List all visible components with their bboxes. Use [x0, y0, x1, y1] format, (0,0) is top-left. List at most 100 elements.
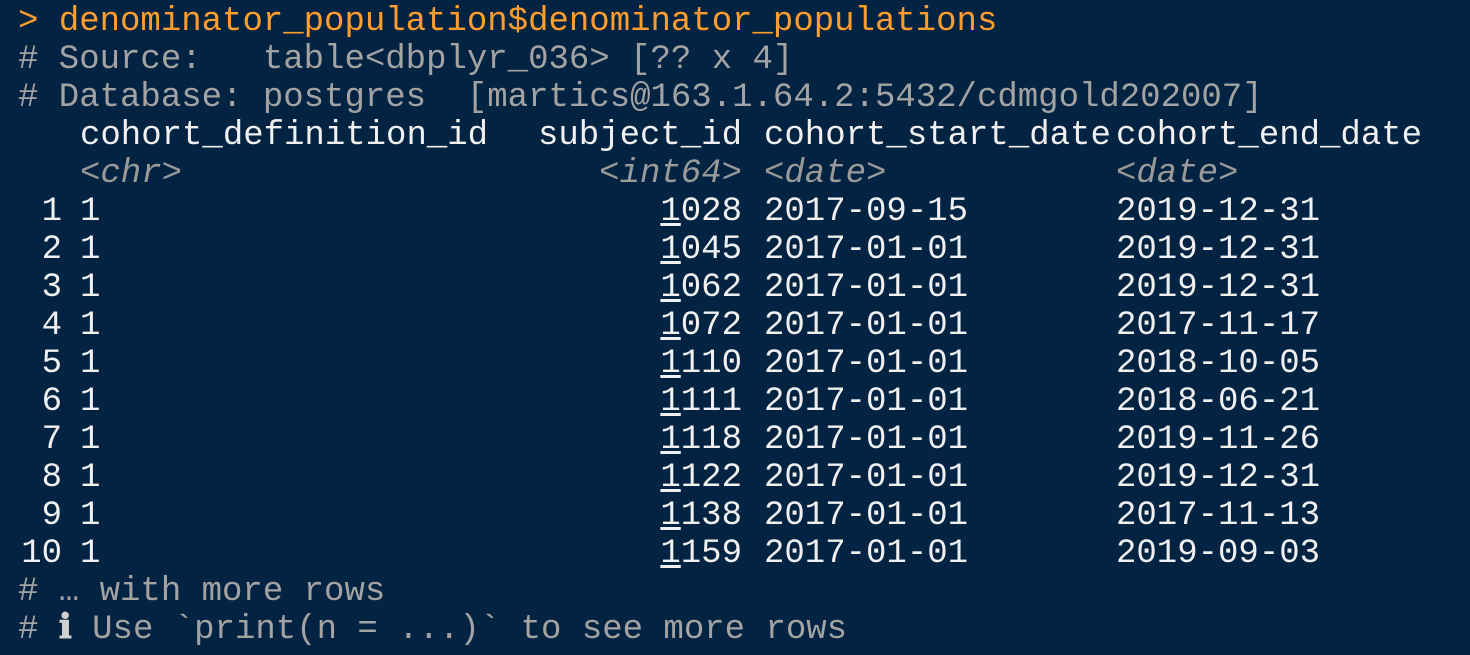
- row-number: 1: [41, 193, 62, 231]
- subject-id-thousands-digit: 1: [660, 421, 681, 459]
- table-row: 1 1 1028 2017-09-15 2019-12-31: [18, 193, 1470, 231]
- subject-id-rest: 028: [680, 193, 742, 231]
- subject-id-rest: 062: [680, 269, 742, 307]
- row-number: 6: [41, 383, 62, 421]
- info-icon: ℹ: [58, 611, 72, 649]
- column-type: <date>: [764, 155, 887, 193]
- cell-cohort-end-date: 2018-10-05: [1116, 345, 1321, 383]
- subject-id-thousands-digit: 1: [660, 193, 681, 231]
- cell-cohort-start-date: 2017-01-01: [764, 307, 969, 345]
- subject-id-thousands-digit: 1: [660, 307, 681, 345]
- column-header: cohort_start_date: [764, 117, 1111, 155]
- column-header: subject_id: [537, 117, 742, 155]
- cell-cohort-definition-id: 1: [80, 231, 101, 269]
- cell-cohort-end-date: 2019-12-31: [1116, 269, 1321, 307]
- cell-cohort-definition-id: 1: [80, 307, 101, 345]
- table-row: 8 1 1122 2017-01-01 2019-12-31: [18, 459, 1470, 497]
- column-header: cohort_end_date: [1116, 117, 1423, 155]
- subject-id-thousands-digit: 1: [660, 345, 681, 383]
- cell-cohort-start-date: 2017-01-01: [764, 269, 969, 307]
- database-line: # Database: postgres [martics@163.1.64.2…: [18, 79, 1263, 117]
- table-row: 10 1 1159 2017-01-01 2019-09-03: [18, 535, 1470, 573]
- cell-cohort-start-date: 2017-01-01: [764, 459, 969, 497]
- row-number: 10: [21, 535, 62, 573]
- cell-subject-id: 1062: [518, 269, 742, 307]
- subject-id-rest: 110: [680, 345, 742, 383]
- cell-cohort-definition-id: 1: [80, 383, 101, 421]
- row-number: 4: [41, 307, 62, 345]
- subject-id-rest: 072: [680, 307, 742, 345]
- cell-cohort-start-date: 2017-01-01: [764, 383, 969, 421]
- footer-hint-prefix: #: [18, 611, 59, 649]
- column-header: cohort_definition_id: [80, 117, 489, 155]
- column-type: <date>: [1116, 155, 1239, 193]
- cell-cohort-end-date: 2019-12-31: [1116, 193, 1321, 231]
- cell-cohort-definition-id: 1: [80, 535, 101, 573]
- cell-cohort-definition-id: 1: [80, 421, 101, 459]
- cell-subject-id: 1118: [518, 421, 742, 459]
- cell-subject-id: 1045: [518, 231, 742, 269]
- cell-cohort-definition-id: 1: [80, 269, 101, 307]
- cell-cohort-definition-id: 1: [80, 193, 101, 231]
- row-number: 7: [41, 421, 62, 459]
- subject-id-thousands-digit: 1: [660, 497, 681, 535]
- row-number: 2: [41, 231, 62, 269]
- footer-more-rows: # … with more rows: [18, 573, 386, 611]
- cell-subject-id: 1122: [518, 459, 742, 497]
- cell-subject-id: 1111: [518, 383, 742, 421]
- cell-cohort-definition-id: 1: [80, 497, 101, 535]
- table-row: 9 1 1138 2017-01-01 2017-11-13: [18, 497, 1470, 535]
- subject-id-thousands-digit: 1: [660, 231, 681, 269]
- subject-id-rest: 122: [680, 459, 742, 497]
- cell-subject-id: 1072: [518, 307, 742, 345]
- cell-cohort-definition-id: 1: [80, 459, 101, 497]
- cell-cohort-end-date: 2017-11-17: [1116, 307, 1321, 345]
- subject-id-thousands-digit: 1: [660, 535, 681, 573]
- cell-cohort-end-date: 2017-11-13: [1116, 497, 1321, 535]
- cell-subject-id: 1159: [518, 535, 742, 573]
- footer-hint: # ℹ Use `print(n = ...)` to see more row…: [18, 611, 1470, 649]
- cell-cohort-end-date: 2018-06-21: [1116, 383, 1321, 421]
- subject-id-thousands-digit: 1: [660, 269, 681, 307]
- cell-cohort-definition-id: 1: [80, 345, 101, 383]
- cell-cohort-start-date: 2017-01-01: [764, 345, 969, 383]
- row-number: 3: [41, 269, 62, 307]
- table-row: 2 1 1045 2017-01-01 2019-12-31: [18, 231, 1470, 269]
- subject-id-rest: 138: [680, 497, 742, 535]
- cell-cohort-start-date: 2017-01-01: [764, 231, 969, 269]
- subject-id-thousands-digit: 1: [660, 459, 681, 497]
- cell-cohort-start-date: 2017-01-01: [764, 535, 969, 573]
- command-line: > denominator_population$denominator_pop…: [18, 3, 1470, 41]
- row-number: 8: [41, 459, 62, 497]
- subject-id-thousands-digit: 1: [660, 383, 681, 421]
- subject-id-rest: 045: [680, 231, 742, 269]
- cell-cohort-start-date: 2017-01-01: [764, 421, 969, 459]
- cell-subject-id: 1028: [518, 193, 742, 231]
- subject-id-rest: 111: [680, 383, 742, 421]
- table-row: 6 1 1111 2017-01-01 2018-06-21: [18, 383, 1470, 421]
- table-row: 5 1 1110 2017-01-01 2018-10-05: [18, 345, 1470, 383]
- cell-subject-id: 1110: [518, 345, 742, 383]
- cell-cohort-end-date: 2019-12-31: [1116, 459, 1321, 497]
- column-type: <int64>: [599, 155, 742, 193]
- cell-cohort-end-date: 2019-12-31: [1116, 231, 1321, 269]
- cell-cohort-start-date: 2017-01-01: [764, 497, 969, 535]
- cell-subject-id: 1138: [518, 497, 742, 535]
- cell-cohort-end-date: 2019-11-26: [1116, 421, 1321, 459]
- subject-id-rest: 159: [680, 535, 742, 573]
- row-number: 5: [41, 345, 62, 383]
- source-line: # Source: table<dbplyr_036> [?? x 4]: [18, 41, 794, 79]
- subject-id-rest: 118: [680, 421, 742, 459]
- r-console: > denominator_population$denominator_pop…: [0, 0, 1470, 655]
- table-row: 7 1 1118 2017-01-01 2019-11-26: [18, 421, 1470, 459]
- cell-cohort-end-date: 2019-09-03: [1116, 535, 1321, 573]
- footer-hint-text: Use `print(n = ...)` to see more rows: [71, 611, 848, 649]
- column-type: <chr>: [80, 155, 183, 193]
- table-header: cohort_definition_id subject_id cohort_sta…: [18, 117, 1470, 155]
- table-row: 4 1 1072 2017-01-01 2017-11-17: [18, 307, 1470, 345]
- table-row: 3 1 1062 2017-01-01 2019-12-31: [18, 269, 1470, 307]
- row-number: 9: [41, 497, 62, 535]
- command-text: denominator_population$denominator_popul…: [58, 3, 998, 41]
- cell-cohort-start-date: 2017-09-15: [764, 193, 969, 231]
- table-types: <chr> <int64> <date> <date>: [18, 155, 1470, 193]
